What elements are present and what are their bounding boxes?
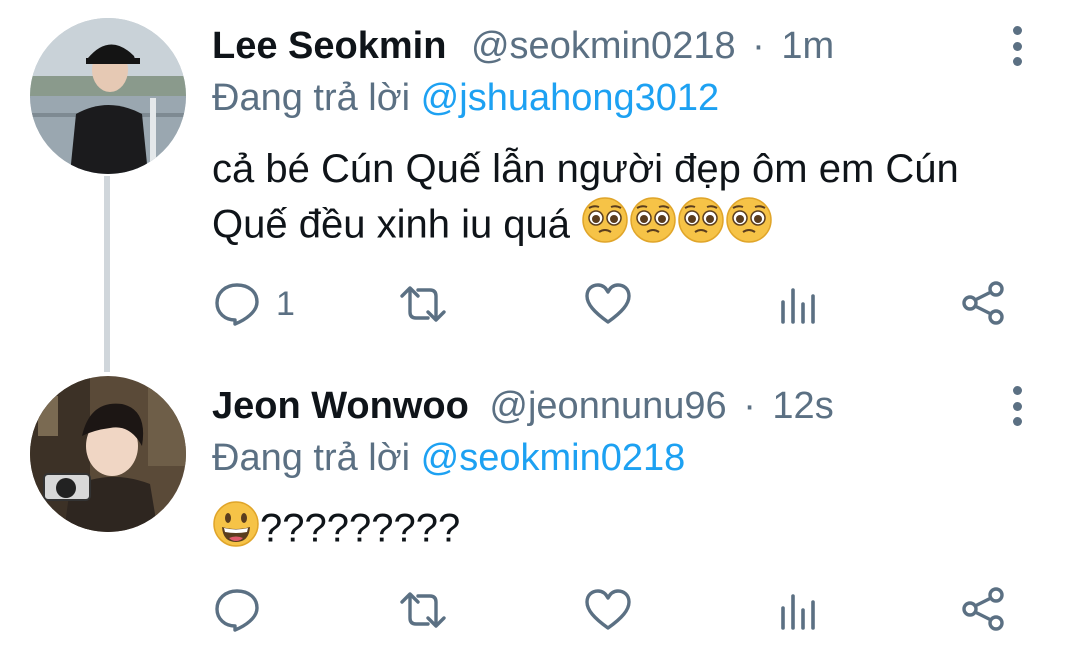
pleading-face-emoji (677, 196, 725, 258)
analytics-button[interactable] (778, 284, 818, 324)
tweet-text-line: ????????? (260, 506, 461, 551)
tweet[interactable]: Lee Seokmin @seokmin0218 · 1m Đang trả l… (0, 0, 1080, 360)
share-icon (962, 281, 1004, 325)
like-button[interactable] (584, 588, 632, 632)
analytics-button[interactable] (778, 590, 818, 630)
share-icon (962, 587, 1004, 631)
analytics-icon (781, 288, 815, 324)
retweet-icon (400, 592, 446, 628)
tweet-text: cả bé Cún Quế lẫn người đẹp ôm em Cún Qu… (212, 142, 1042, 258)
user-handle[interactable]: @seokmin0218 (471, 25, 736, 67)
user-handle[interactable]: @jeonnunu96 (489, 385, 726, 427)
grinning-face-emoji (212, 500, 260, 562)
reply-icon (215, 589, 259, 632)
reply-icon (215, 283, 259, 326)
reply-to-mention[interactable]: @seokmin0218 (421, 437, 686, 479)
pleading-face-emoji (581, 196, 629, 258)
reply-count: 1 (276, 284, 295, 323)
tweet[interactable]: Jeon Wonwoo @jeonnunu96 · 12s Đang trả l… (0, 360, 1080, 652)
tweet-text: ????????? (212, 500, 1042, 562)
analytics-icon (781, 594, 815, 630)
timestamp[interactable]: 12s (772, 385, 833, 427)
heart-icon (585, 589, 631, 630)
reply-prefix: Đang trả lời (212, 437, 411, 479)
pleading-face-emoji (725, 196, 773, 258)
heart-icon (585, 283, 631, 324)
tweet-text-line: cả bé Cún Quế lẫn người đẹp ôm em Cún (212, 147, 959, 191)
reply-prefix: Đang trả lời (212, 77, 411, 119)
tweet-text-line: Quế đều xinh iu quá (212, 202, 571, 247)
avatar[interactable] (30, 18, 186, 174)
share-button[interactable] (960, 586, 1006, 632)
display-name[interactable]: Lee Seokmin (212, 25, 446, 67)
avatar[interactable] (30, 376, 186, 532)
more-options-icon[interactable] (1006, 386, 1028, 426)
separator-dot: · (743, 385, 756, 427)
pleading-face-emoji (629, 196, 677, 258)
reply-button[interactable] (214, 588, 276, 632)
retweet-button[interactable] (398, 284, 448, 324)
retweet-icon (400, 286, 446, 322)
like-button[interactable] (584, 282, 632, 326)
retweet-button[interactable] (398, 590, 448, 630)
display-name[interactable]: Jeon Wonwoo (212, 385, 469, 427)
reply-to-mention[interactable]: @jshuahong3012 (421, 77, 720, 119)
reply-button[interactable]: 1 (214, 282, 295, 326)
timestamp[interactable]: 1m (781, 25, 834, 67)
separator-dot: · (752, 25, 765, 67)
more-options-icon[interactable] (1006, 26, 1028, 66)
share-button[interactable] (960, 280, 1006, 326)
